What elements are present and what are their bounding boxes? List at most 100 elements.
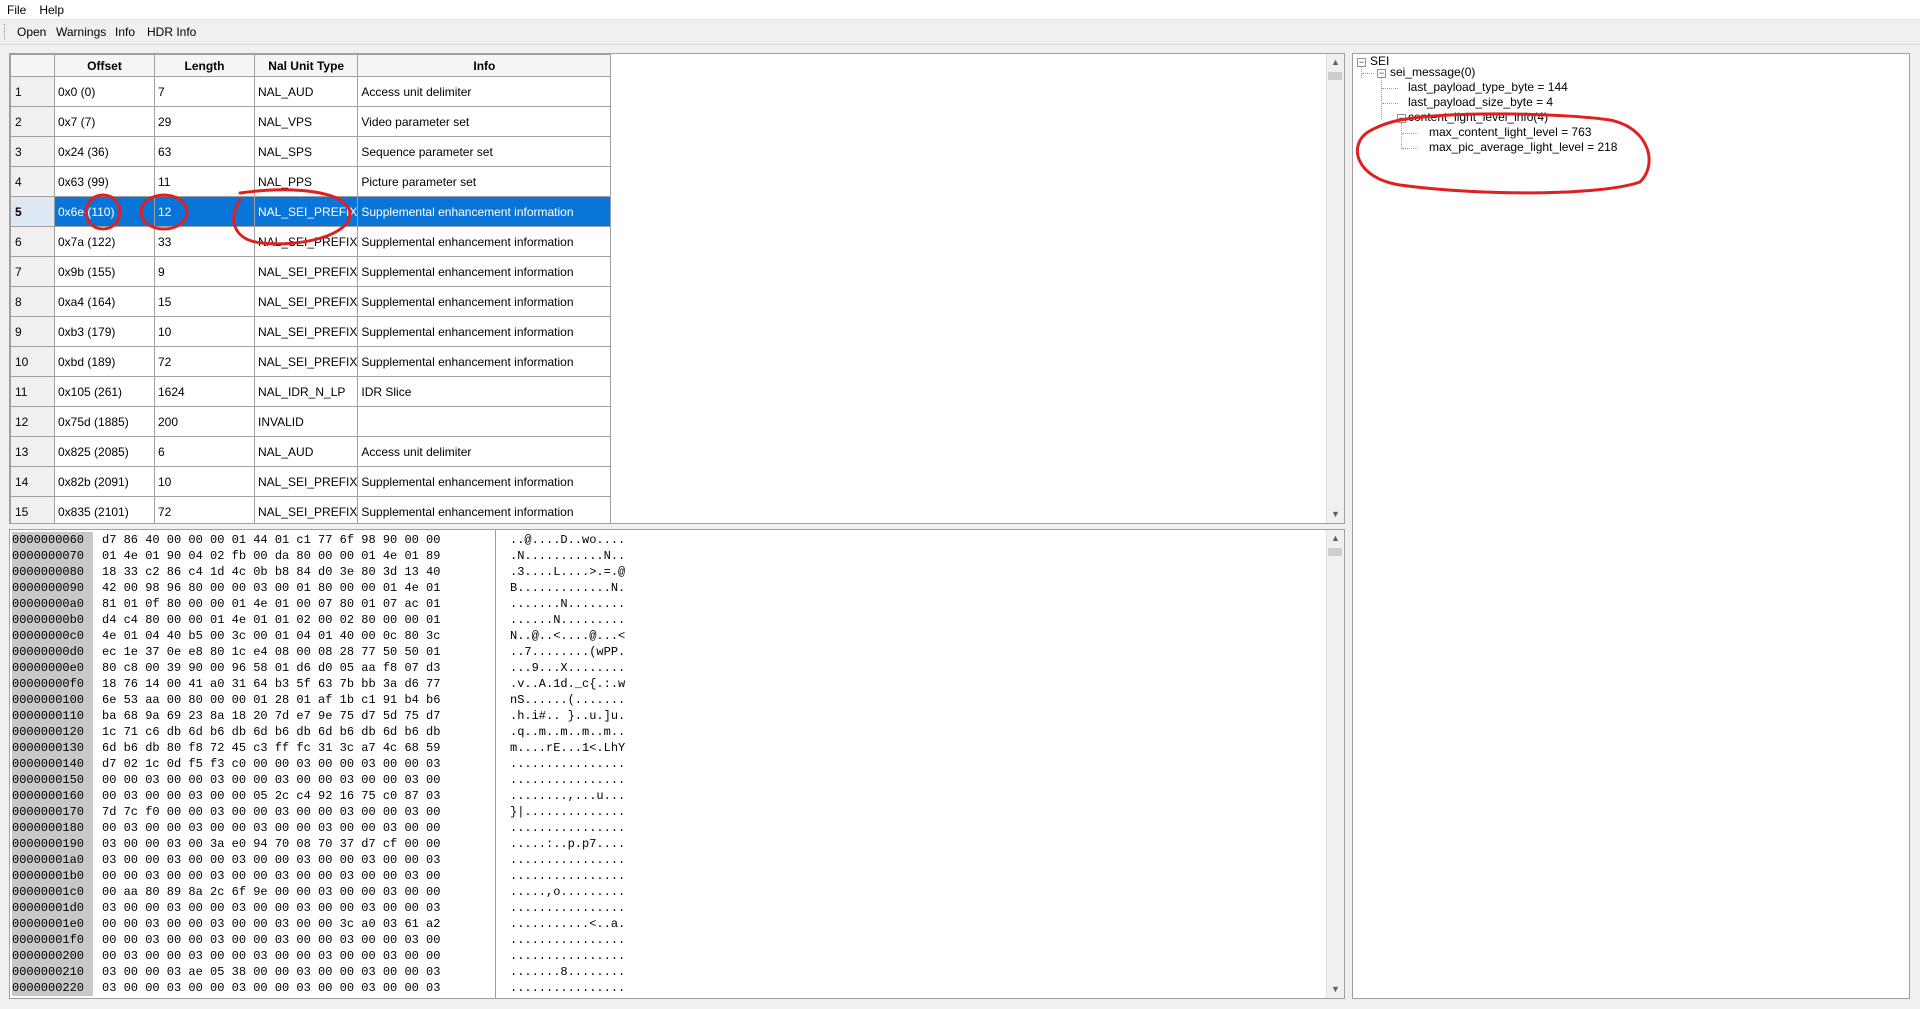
row-number[interactable]: 5 — [10, 196, 55, 227]
cell-nal-unit-type[interactable]: NAL_PPS — [253, 166, 359, 197]
row-number[interactable]: 12 — [10, 406, 55, 437]
cell-info[interactable]: Supplemental enhancement information — [357, 466, 612, 497]
cell-length[interactable]: 72 — [154, 346, 255, 377]
hex-ascii[interactable]: ................ — [500, 948, 625, 964]
hex-bytes[interactable]: 03 00 00 03 00 00 03 00 00 03 00 00 03 0… — [93, 900, 500, 916]
cell-offset[interactable]: 0x75d (1885) — [54, 406, 155, 437]
scroll-down-arrow-icon[interactable]: ▼ — [1327, 506, 1344, 523]
hex-ascii[interactable]: ................ — [500, 756, 625, 772]
cell-offset[interactable]: 0xbd (189) — [54, 346, 155, 377]
cell-info[interactable]: Video parameter set — [357, 106, 612, 137]
cell-length[interactable]: 72 — [154, 496, 255, 523]
info-button[interactable]: Info — [112, 24, 138, 40]
table-row[interactable]: 4 0x63 (99) 11 NAL_PPS Picture parameter set — [10, 166, 612, 197]
hex-ascii[interactable]: .....:..p.p7.... — [500, 836, 625, 852]
cell-nal-unit-type[interactable]: NAL_SEI_PREFIX — [253, 286, 359, 317]
hex-row[interactable]: 0000000200 00 03 00 00 03 00 00 03 00 00 … — [12, 948, 625, 964]
hex-row[interactable]: 0000000070 01 4e 01 90 04 02 fb 00 da 80 … — [12, 548, 625, 564]
hex-ascii[interactable]: .......N........ — [500, 596, 625, 612]
cell-nal-unit-type[interactable]: NAL_AUD — [253, 76, 359, 107]
cell-offset[interactable]: 0x9b (155) — [54, 256, 155, 287]
cell-offset[interactable]: 0x6e (110) — [54, 196, 155, 227]
table-row[interactable]: 9 0xb3 (179) 10 NAL_SEI_PREFIX Supplemental … — [10, 316, 612, 347]
cell-offset[interactable]: 0x835 (2101) — [54, 496, 155, 523]
hex-ascii[interactable]: m....rE...1<.LhY — [500, 740, 625, 756]
row-number[interactable]: 4 — [10, 166, 55, 197]
hex-offset[interactable]: 0000000150 — [12, 772, 93, 788]
hex-bytes[interactable]: 6d b6 db 80 f8 72 45 c3 ff fc 31 3c a7 4… — [93, 740, 500, 756]
hex-offset[interactable]: 0000000180 — [12, 820, 93, 836]
table-row[interactable]: 8 0xa4 (164) 15 NAL_SEI_PREFIX Supplemental … — [10, 286, 612, 317]
hex-bytes[interactable]: 81 01 0f 80 00 00 01 4e 01 00 07 80 01 0… — [93, 596, 500, 612]
hex-offset[interactable]: 0000000120 — [12, 724, 93, 740]
hdr-info-button[interactable]: HDR Info — [144, 24, 199, 40]
row-number[interactable]: 14 — [10, 466, 55, 497]
cell-length[interactable]: 12 — [154, 196, 255, 227]
column-header-length[interactable]: Length — [154, 54, 255, 77]
cell-length[interactable]: 11 — [154, 166, 255, 197]
collapse-cll-info-icon[interactable]: − — [1397, 114, 1406, 123]
hex-ascii[interactable]: .......8........ — [500, 964, 625, 980]
hex-ascii[interactable]: .v..A.1d._c{.:.w — [500, 676, 625, 692]
hex-offset[interactable]: 00000000f0 — [12, 676, 93, 692]
hex-bytes[interactable]: ba 68 9a 69 23 8a 18 20 7d e7 9e 75 d7 5… — [93, 708, 500, 724]
hex-offset[interactable]: 0000000190 — [12, 836, 93, 852]
hex-offset[interactable]: 00000000c0 — [12, 628, 93, 644]
hex-offset[interactable]: 0000000070 — [12, 548, 93, 564]
cell-info[interactable]: Supplemental enhancement information — [357, 256, 612, 287]
hex-ascii[interactable]: N..@..<....@...< — [500, 628, 625, 644]
cell-length[interactable]: 33 — [154, 226, 255, 257]
collapse-sei-icon[interactable]: − — [1357, 58, 1366, 67]
cell-length[interactable]: 10 — [154, 316, 255, 347]
table-row[interactable]: 15 0x835 (2101) 72 NAL_SEI_PREFIX Supplement… — [10, 496, 612, 523]
hex-bytes[interactable]: 03 00 00 03 00 00 03 00 00 03 00 00 03 0… — [93, 852, 500, 868]
hex-row[interactable]: 00000001b0 00 00 03 00 00 03 00 00 03 00 … — [12, 868, 625, 884]
hex-ascii[interactable]: .q..m..m..m..m.. — [500, 724, 625, 740]
table-row[interactable]: 7 0x9b (155) 9 NAL_SEI_PREFIX Supplemental e… — [10, 256, 612, 287]
hex-row[interactable]: 00000001e0 00 00 03 00 00 03 00 00 03 00 … — [12, 916, 625, 932]
hex-row[interactable]: 0000000120 1c 71 c6 db 6d b6 db 6d b6 db … — [12, 724, 625, 740]
row-number[interactable]: 15 — [10, 496, 55, 523]
tree-node-sei-message[interactable]: sei_message(0) — [1390, 65, 1475, 80]
hex-offset[interactable]: 00000001b0 — [12, 868, 93, 884]
hex-offset[interactable]: 0000000110 — [12, 708, 93, 724]
hex-bytes[interactable]: 18 76 14 00 41 a0 31 64 b3 5f 63 7b bb 3… — [93, 676, 500, 692]
cell-length[interactable]: 7 — [154, 76, 255, 107]
hex-row[interactable]: 00000001f0 00 00 03 00 00 03 00 00 03 00 … — [12, 932, 625, 948]
hex-offset[interactable]: 00000000e0 — [12, 660, 93, 676]
cell-offset[interactable]: 0x825 (2085) — [54, 436, 155, 467]
tree-node-last-payload-size[interactable]: last_payload_size_byte = 4 — [1408, 95, 1553, 110]
hex-row[interactable]: 00000000c0 4e 01 04 40 b5 00 3c 00 01 04 … — [12, 628, 625, 644]
hex-ascii[interactable]: ..@....D..wo.... — [500, 532, 625, 548]
cell-nal-unit-type[interactable]: NAL_SEI_PREFIX — [253, 226, 359, 257]
cell-nal-unit-type[interactable]: NAL_SEI_PREFIX — [253, 256, 359, 287]
table-row[interactable]: 10 0xbd (189) 72 NAL_SEI_PREFIX Supplemental… — [10, 346, 612, 377]
tree-node-max-pic-average-light-level[interactable]: max_pic_average_light_level = 218 — [1429, 140, 1617, 155]
hex-bytes[interactable]: 00 00 03 00 00 03 00 00 03 00 00 3c a0 0… — [93, 916, 500, 932]
hex-row[interactable]: 0000000130 6d b6 db 80 f8 72 45 c3 ff fc … — [12, 740, 625, 756]
table-row[interactable]: 3 0x24 (36) 63 NAL_SPS Sequence parameter se… — [10, 136, 612, 167]
warnings-button[interactable]: Warnings — [53, 24, 109, 40]
row-number[interactable]: 13 — [10, 436, 55, 467]
hex-offset[interactable]: 0000000060 — [12, 532, 93, 548]
cell-nal-unit-type[interactable]: NAL_AUD — [253, 436, 359, 467]
tree-node-last-payload-type[interactable]: last_payload_type_byte = 144 — [1408, 80, 1568, 95]
hex-row[interactable]: 0000000190 03 00 00 03 00 3a e0 94 70 08 … — [12, 836, 625, 852]
hex-row[interactable]: 0000000150 00 00 03 00 00 03 00 00 03 00 … — [12, 772, 625, 788]
table-row[interactable]: 12 0x75d (1885) 200 INVALID — [10, 406, 612, 437]
hex-offset[interactable]: 00000000b0 — [12, 612, 93, 628]
row-number[interactable]: 9 — [10, 316, 55, 347]
table-row[interactable]: 13 0x825 (2085) 6 NAL_AUD Access unit delimi… — [10, 436, 612, 467]
hex-row[interactable]: 0000000110 ba 68 9a 69 23 8a 18 20 7d e7 … — [12, 708, 625, 724]
hex-bytes[interactable]: 6e 53 aa 00 80 00 00 01 28 01 af 1b c1 9… — [93, 692, 500, 708]
hex-ascii[interactable]: ..7........(wPP. — [500, 644, 625, 660]
nal-list-scrollbar[interactable]: ▲ ▼ — [1326, 54, 1344, 523]
hex-ascii[interactable]: }|.............. — [500, 804, 625, 820]
nal-unit-list[interactable]: Offset Length Nal Unit Type Info 1 0x0 (0… — [9, 53, 1345, 524]
cell-nal-unit-type[interactable]: NAL_SPS — [253, 136, 359, 167]
hex-row[interactable]: 0000000080 18 33 c2 86 c4 1d 4c 0b b8 84 … — [12, 564, 625, 580]
cell-info[interactable]: Supplemental enhancement information — [357, 496, 612, 523]
table-row[interactable]: 2 0x7 (7) 29 NAL_VPS Video parameter set — [10, 106, 612, 137]
cell-length[interactable]: 15 — [154, 286, 255, 317]
hex-view-scrollbar[interactable]: ▲ ▼ — [1326, 530, 1344, 998]
